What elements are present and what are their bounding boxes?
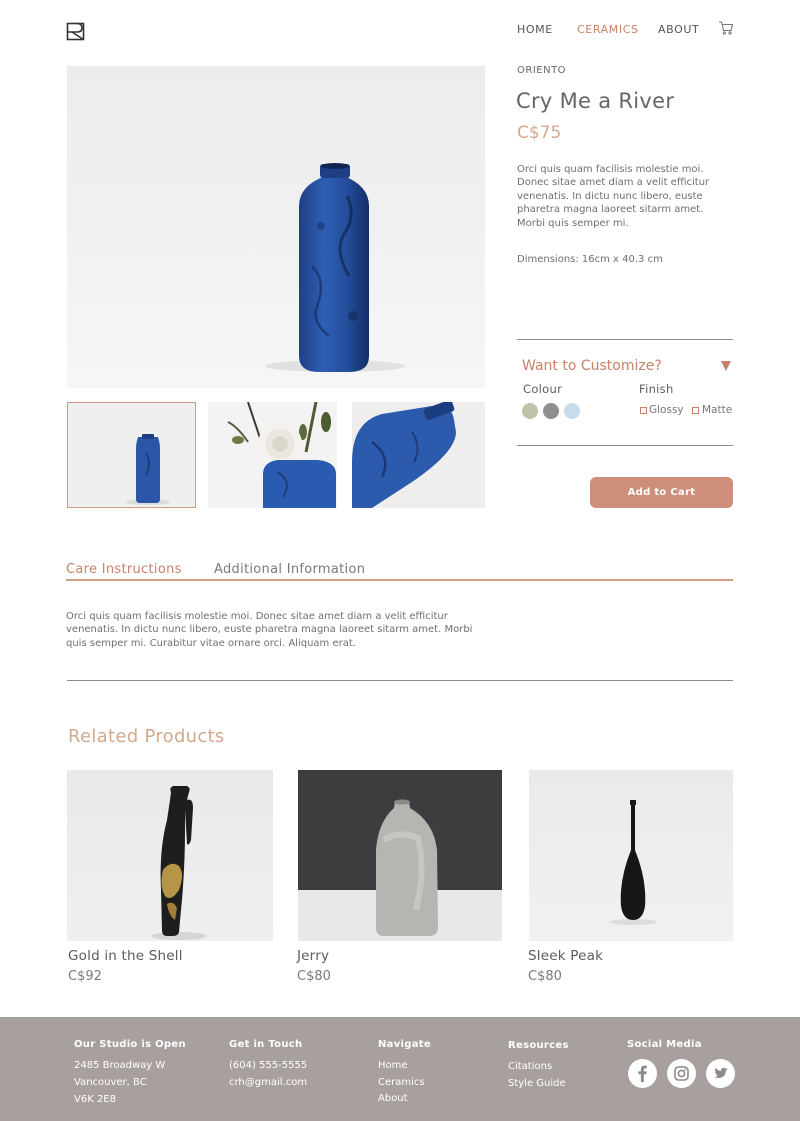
- tab-care-instructions[interactable]: Care Instructions: [66, 562, 182, 577]
- footer-link-citations[interactable]: Citations: [508, 1058, 552, 1075]
- glossy-label: Glossy: [649, 404, 684, 416]
- nav-home[interactable]: HOME: [517, 23, 553, 36]
- customize-heading[interactable]: Want to Customize?: [522, 358, 662, 374]
- thumbnail-1[interactable]: [67, 402, 196, 508]
- footer-link-ceramics[interactable]: Ceramics: [378, 1074, 425, 1091]
- footer-link-style-guide[interactable]: Style Guide: [508, 1075, 566, 1092]
- finish-label: Finish: [639, 382, 674, 396]
- related-product-name-1[interactable]: Gold in the Shell: [68, 948, 183, 964]
- footer-navigate-heading: Navigate: [378, 1039, 431, 1050]
- matte-checkbox[interactable]: [692, 407, 699, 414]
- product-price: C$75: [517, 123, 562, 143]
- footer-phone[interactable]: (604) 555-5555: [229, 1057, 307, 1074]
- related-product-price-1: C$92: [68, 969, 102, 984]
- product-dimensions: Dimensions: 16cm x 40.3 cm: [517, 254, 663, 265]
- matte-label: Matte: [702, 404, 733, 416]
- facebook-icon[interactable]: [628, 1059, 657, 1088]
- related-product-name-3[interactable]: Sleek Peak: [528, 948, 603, 964]
- related-product-image-1[interactable]: [67, 770, 273, 941]
- footer-resources-heading: Resources: [508, 1040, 569, 1051]
- add-to-cart-button[interactable]: Add to Cart: [590, 477, 733, 508]
- logo-icon[interactable]: [66, 22, 86, 42]
- product-description: Orci quis quam facilisis molestie moi. D…: [517, 164, 710, 229]
- colour-swatch-grey[interactable]: [543, 403, 559, 419]
- twitter-icon[interactable]: [706, 1059, 735, 1088]
- product-brand: ORIENTO: [517, 65, 567, 76]
- divider: [517, 445, 733, 446]
- instagram-icon[interactable]: [667, 1059, 696, 1088]
- footer-studio-heading: Our Studio is Open: [74, 1039, 186, 1050]
- thumbnail-3[interactable]: [352, 402, 485, 508]
- related-product-image-2[interactable]: [298, 770, 502, 941]
- related-product-price-2: C$80: [297, 969, 331, 984]
- tab-additional-information[interactable]: Additional Information: [214, 562, 365, 577]
- footer-email[interactable]: crh@gmail.com: [229, 1074, 307, 1091]
- footer-address-line-1: 2485 Broadway W: [74, 1060, 166, 1071]
- footer-link-home[interactable]: Home: [378, 1057, 408, 1074]
- related-product-price-3: C$80: [528, 969, 562, 984]
- glossy-checkbox[interactable]: [640, 407, 647, 414]
- thumbnail-2[interactable]: [208, 402, 337, 508]
- footer-address-line-2: Vancouver, BC: [74, 1077, 147, 1088]
- product-main-image: [67, 66, 485, 388]
- footer-social-heading: Social Media: [627, 1039, 702, 1050]
- tab-content: Orci quis quam facilisis molestie moi. D…: [66, 611, 473, 649]
- related-product-name-2[interactable]: Jerry: [297, 948, 329, 964]
- chevron-down-icon[interactable]: [721, 361, 731, 371]
- nav-about[interactable]: ABOUT: [658, 23, 699, 36]
- colour-swatch-sage[interactable]: [522, 403, 538, 419]
- divider: [517, 339, 733, 340]
- footer-link-about[interactable]: About: [378, 1090, 408, 1107]
- nav-ceramics[interactable]: CERAMICS: [577, 23, 639, 36]
- product-title: Cry Me a River: [516, 89, 675, 113]
- related-product-image-3[interactable]: [529, 770, 733, 941]
- divider: [67, 680, 733, 681]
- footer-address-line-3: V6K 2E8: [74, 1094, 116, 1105]
- tab-underline: [66, 579, 733, 581]
- colour-swatch-lightblue[interactable]: [564, 403, 580, 419]
- footer-contact-heading: Get in Touch: [229, 1039, 303, 1050]
- cart-icon[interactable]: [718, 20, 734, 36]
- colour-label: Colour: [523, 382, 563, 396]
- related-products-heading: Related Products: [68, 726, 225, 747]
